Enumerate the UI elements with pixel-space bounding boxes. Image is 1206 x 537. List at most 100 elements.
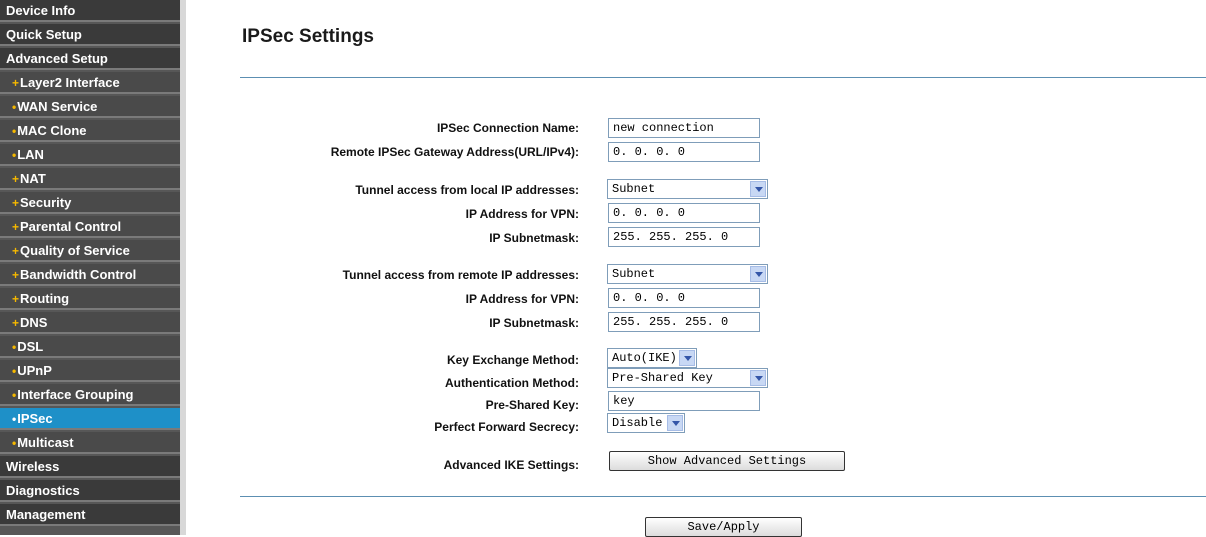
local-mask-input[interactable]: 255. 255. 255. 0	[608, 227, 760, 247]
sidebar-item-label: Quick Setup	[6, 27, 82, 42]
remote-access-select[interactable]: Subnet	[607, 264, 768, 284]
sidebar-item-quick-setup[interactable]: Quick Setup	[0, 24, 180, 46]
remote-mask-label: IP Subnetmask:	[489, 316, 579, 330]
sidebar-item-label: IPSec	[17, 411, 53, 426]
chevron-down-icon	[667, 415, 683, 431]
bullet-icon: •	[12, 436, 17, 450]
sidebar-item-quality-of-service[interactable]: +Quality of Service	[0, 240, 180, 262]
sidebar-item-advanced-setup[interactable]: Advanced Setup	[0, 48, 180, 70]
expand-plus-icon: +	[12, 316, 20, 330]
sidebar-item-label: WAN Service	[17, 99, 98, 114]
sidebar-item-label: Security	[20, 195, 72, 210]
local-access-select[interactable]: Subnet	[607, 179, 768, 199]
sidebar-item-bandwidth-control[interactable]: +Bandwidth Control	[0, 264, 180, 286]
sidebar-item-label: LAN	[17, 147, 44, 162]
key-exchange-label: Key Exchange Method:	[446, 353, 579, 367]
sidebar-item-multicast[interactable]: •Multicast	[0, 432, 180, 454]
chevron-down-icon	[750, 266, 766, 282]
bullet-icon: •	[12, 388, 17, 402]
sidebar-item-security[interactable]: +Security	[0, 192, 180, 214]
auth-method-select[interactable]: Pre-Shared Key	[607, 368, 768, 388]
show-advanced-settings-button[interactable]: Show Advanced Settings	[609, 451, 845, 471]
sidebar-item-ipsec[interactable]: •IPSec	[0, 408, 180, 430]
sidebar-item-lan[interactable]: •LAN	[0, 144, 180, 166]
chevron-down-icon	[750, 181, 766, 197]
sidebar-item-diagnostics[interactable]: Diagnostics	[0, 480, 180, 502]
expand-plus-icon: +	[12, 172, 20, 186]
sidebar-item-mac-clone[interactable]: •MAC Clone	[0, 120, 180, 142]
connection-name-label: IPSec Connection Name:	[436, 121, 579, 135]
bullet-icon: •	[12, 364, 17, 378]
sidebar-item-label: DSL	[17, 339, 44, 354]
remote-gateway-label: Remote IPSec Gateway Address(URL/IPv4):	[330, 145, 579, 159]
divider	[240, 77, 1206, 78]
sidebar-item-label: Parental Control	[20, 219, 122, 234]
sidebar-item-dns[interactable]: +DNS	[0, 312, 180, 334]
chevron-down-icon	[750, 370, 766, 386]
remote-ip-input[interactable]: 0. 0. 0. 0	[608, 288, 760, 308]
bullet-icon: •	[12, 148, 17, 162]
sidebar-item-label: Multicast	[17, 435, 74, 450]
sidebar-item-wan-service[interactable]: •WAN Service	[0, 96, 180, 118]
remote-gateway-input[interactable]: 0. 0. 0. 0	[608, 142, 760, 162]
page-title: IPSec Settings	[242, 26, 374, 47]
sidebar: Device Info Quick Setup Advanced Setup +…	[0, 0, 186, 535]
remote-access-label: Tunnel access from remote IP addresses:	[342, 268, 579, 282]
chevron-down-icon	[679, 350, 695, 366]
bullet-icon: •	[12, 100, 17, 114]
sidebar-item-label: Wireless	[6, 459, 60, 474]
sidebar-item-nat[interactable]: +NAT	[0, 168, 180, 190]
sidebar-item-interface-grouping[interactable]: •Interface Grouping	[0, 384, 180, 406]
sidebar-item-label: NAT	[20, 171, 46, 186]
sidebar-item-layer2-interface[interactable]: +Layer2 Interface	[0, 72, 180, 94]
sidebar-item-label: Quality of Service	[20, 243, 130, 258]
expand-plus-icon: +	[12, 196, 20, 210]
expand-plus-icon: +	[12, 244, 20, 258]
psk-label: Pre-Shared Key:	[485, 398, 579, 412]
bullet-icon: •	[12, 340, 17, 354]
sidebar-item-label: Interface Grouping	[17, 387, 134, 402]
local-ip-input[interactable]: 0. 0. 0. 0	[608, 203, 760, 223]
key-exchange-select[interactable]: Auto(IKE)	[607, 348, 697, 368]
sidebar-item-dsl[interactable]: •DSL	[0, 336, 180, 358]
sidebar-item-label: MAC Clone	[17, 123, 87, 138]
connection-name-input[interactable]: new connection	[608, 118, 760, 138]
sidebar-item-routing[interactable]: +Routing	[0, 288, 180, 310]
pfs-label: Perfect Forward Secrecy:	[434, 420, 579, 434]
sidebar-item-management[interactable]: Management	[0, 504, 180, 526]
local-access-value: Subnet	[612, 182, 656, 196]
auth-method-label: Authentication Method:	[445, 376, 579, 390]
sidebar-item-label: Routing	[20, 291, 70, 306]
remote-ip-label: IP Address for VPN:	[465, 292, 579, 306]
sidebar-item-wireless[interactable]: Wireless	[0, 456, 180, 478]
auth-method-value: Pre-Shared Key	[612, 371, 713, 385]
psk-input[interactable]: key	[608, 391, 760, 411]
local-mask-label: IP Subnetmask:	[489, 231, 579, 245]
divider	[240, 496, 1206, 497]
local-ip-label: IP Address for VPN:	[465, 207, 579, 221]
advanced-ike-label: Advanced IKE Settings:	[443, 458, 579, 472]
pfs-value: Disable	[612, 416, 663, 430]
bullet-icon: •	[12, 412, 17, 426]
sidebar-item-label: Diagnostics	[6, 483, 80, 498]
sidebar-item-label: Management	[6, 507, 86, 522]
save-apply-button[interactable]: Save/Apply	[645, 517, 802, 537]
remote-access-value: Subnet	[612, 267, 656, 281]
sidebar-item-label: Layer2 Interface	[20, 75, 120, 90]
sidebar-item-upnp[interactable]: •UPnP	[0, 360, 180, 382]
sidebar-item-label: DNS	[20, 315, 48, 330]
bullet-icon: •	[12, 124, 17, 138]
sidebar-item-label: UPnP	[17, 363, 52, 378]
sidebar-item-device-info[interactable]: Device Info	[0, 0, 180, 22]
expand-plus-icon: +	[12, 268, 20, 282]
key-exchange-value: Auto(IKE)	[612, 351, 677, 365]
sidebar-item-parental-control[interactable]: +Parental Control	[0, 216, 180, 238]
expand-plus-icon: +	[12, 76, 20, 90]
pfs-select[interactable]: Disable	[607, 413, 685, 433]
sidebar-item-label: Bandwidth Control	[20, 267, 137, 282]
sidebar-item-label: Device Info	[6, 3, 76, 18]
expand-plus-icon: +	[12, 292, 20, 306]
remote-mask-input[interactable]: 255. 255. 255. 0	[608, 312, 760, 332]
local-access-label: Tunnel access from local IP addresses:	[355, 183, 579, 197]
sidebar-item-label: Advanced Setup	[6, 51, 108, 66]
